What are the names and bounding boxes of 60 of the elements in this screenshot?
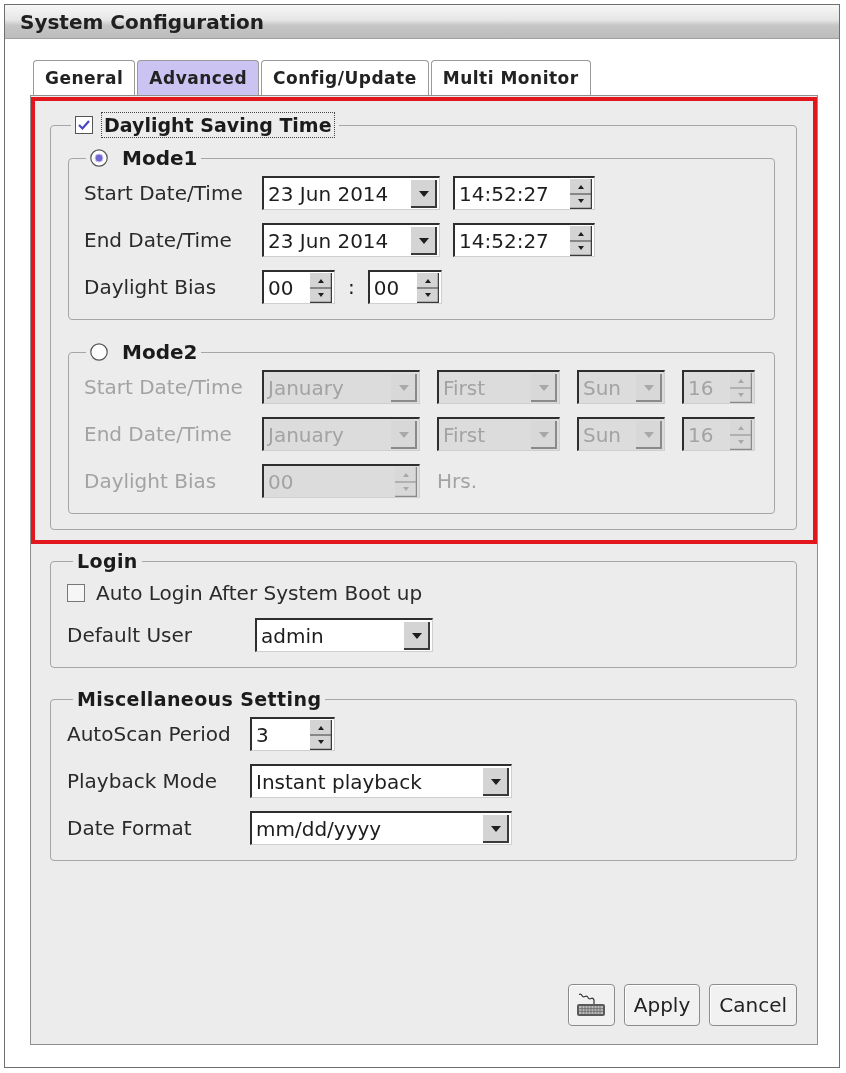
dialog-button[interactable]: Cancel xyxy=(709,984,797,1026)
dropdown[interactable]: Instant playback xyxy=(250,764,512,798)
spinner-field[interactable]: 00 xyxy=(367,270,442,304)
group-title: Login xyxy=(77,549,138,573)
checkbox[interactable] xyxy=(75,116,93,134)
up-down-arrows-icon xyxy=(730,419,752,450)
field-label: Playback Mode xyxy=(67,769,219,793)
radio-button[interactable] xyxy=(90,343,108,361)
caret-down-icon xyxy=(483,767,509,796)
field-label: Date Format xyxy=(67,816,193,840)
inline-label: : xyxy=(348,275,355,299)
up-down-arrows-icon xyxy=(310,272,332,303)
caret-down-icon xyxy=(531,420,557,449)
keyboard-icon xyxy=(576,993,607,1017)
caret-down-icon xyxy=(411,179,437,208)
field-label: Start Date/Time xyxy=(84,181,244,205)
spinner-field[interactable]: 14:52:27 xyxy=(453,223,595,257)
field-label: Daylight Bias xyxy=(84,275,218,299)
dropdown[interactable]: 23 Jun 2014 xyxy=(262,176,440,210)
dropdown[interactable]: 23 Jun 2014 xyxy=(262,223,440,257)
radio-button[interactable] xyxy=(90,149,108,167)
radio-label: Mode2 xyxy=(122,340,198,364)
tab[interactable]: General xyxy=(33,60,136,95)
field-label: AutoScan Period xyxy=(67,722,232,746)
checkbox-label: Auto Login After System Boot up xyxy=(96,581,423,605)
caret-down-icon xyxy=(391,373,417,402)
group-title: Daylight Saving Time xyxy=(101,112,335,138)
caret-down-icon xyxy=(411,226,437,255)
field-label: Default User xyxy=(67,623,194,647)
tab[interactable]: Advanced xyxy=(137,60,260,95)
spinner-field[interactable]: 00 xyxy=(262,270,335,304)
caret-down-icon xyxy=(531,373,557,402)
field-label: Daylight Bias xyxy=(84,469,218,493)
spinner-field[interactable]: 14:52:27 xyxy=(453,176,595,210)
dialog-button[interactable]: Apply xyxy=(623,984,701,1026)
tab[interactable]: Config/Update xyxy=(261,60,429,95)
caret-down-icon xyxy=(483,814,509,843)
inline-label: Hrs. xyxy=(437,469,478,493)
up-down-arrows-icon xyxy=(416,272,439,303)
caret-down-icon xyxy=(636,373,662,402)
up-down-arrows-icon xyxy=(395,466,417,497)
window-title: System Configuration xyxy=(20,9,265,34)
caret-down-icon xyxy=(391,420,417,449)
field-label: End Date/Time xyxy=(84,228,233,252)
up-down-arrows-icon xyxy=(730,372,752,403)
up-down-arrows-icon xyxy=(310,719,332,750)
caret-down-icon xyxy=(636,420,662,449)
dropdown[interactable]: mm/dd/yyyy xyxy=(250,811,512,845)
up-down-arrows-icon xyxy=(570,178,592,209)
group-title: Miscellaneous Setting xyxy=(77,687,322,711)
checkbox[interactable] xyxy=(67,584,85,602)
up-down-arrows-icon xyxy=(570,225,592,256)
spinner-field[interactable]: 3 xyxy=(250,717,335,751)
caret-down-icon xyxy=(404,621,430,650)
dropdown[interactable]: admin xyxy=(255,618,433,652)
field-label: Start Date/Time xyxy=(84,375,244,399)
field-label: End Date/Time xyxy=(84,422,233,446)
radio-label: Mode1 xyxy=(122,146,198,170)
tab[interactable]: Multi Monitor xyxy=(430,60,591,95)
keyboard-button[interactable] xyxy=(567,984,615,1026)
